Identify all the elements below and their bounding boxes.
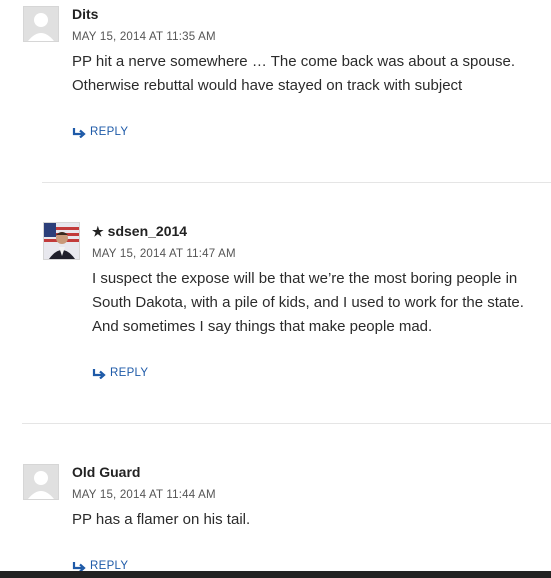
comment-text-line: I suspect the expose will be that we’re … xyxy=(92,270,518,287)
comment-text: I suspect the expose will be that we’re … xyxy=(92,267,551,339)
photo-avatar-icon xyxy=(43,222,80,260)
comment-divider xyxy=(42,182,551,183)
reply-button[interactable]: REPLY xyxy=(72,126,128,138)
star-icon: ★ xyxy=(92,224,104,239)
reply-label: REPLY xyxy=(110,367,149,379)
reply-arrow-icon xyxy=(92,369,106,379)
default-avatar-icon xyxy=(23,6,59,42)
comment-text-paragraph: PP has a flamer on his tail. xyxy=(72,511,251,528)
comment-text-paragraph: PP hit a nerve somewhere … The come back… xyxy=(72,53,516,94)
comment-text-line: South Dakota, with a pile of kids, and I… xyxy=(92,294,524,311)
comment-date[interactable]: MAY 15, 2014 AT 11:35 AM xyxy=(72,31,216,43)
comment-date[interactable]: MAY 15, 2014 AT 11:47 AM xyxy=(92,248,236,260)
reply-button[interactable]: REPLY xyxy=(92,367,148,379)
default-avatar-icon xyxy=(23,464,59,500)
comment-author[interactable]: ★ sdsen_2014 xyxy=(92,223,187,240)
reply-label: REPLY xyxy=(90,126,129,138)
comment-text: PP has a flamer on his tail. xyxy=(72,508,532,532)
reply-arrow-icon xyxy=(72,128,86,138)
bottom-bar xyxy=(0,571,551,578)
comment-text-line: And sometimes I say things that make peo… xyxy=(92,318,433,335)
author-name: sdsen_2014 xyxy=(107,223,188,239)
comment-author[interactable]: Dits xyxy=(72,6,98,22)
comment-author[interactable]: Old Guard xyxy=(72,464,140,480)
comment-text: PP hit a nerve somewhere … The come back… xyxy=(72,50,532,98)
comment-divider xyxy=(22,423,551,424)
comment-date[interactable]: MAY 15, 2014 AT 11:44 AM xyxy=(72,489,216,501)
